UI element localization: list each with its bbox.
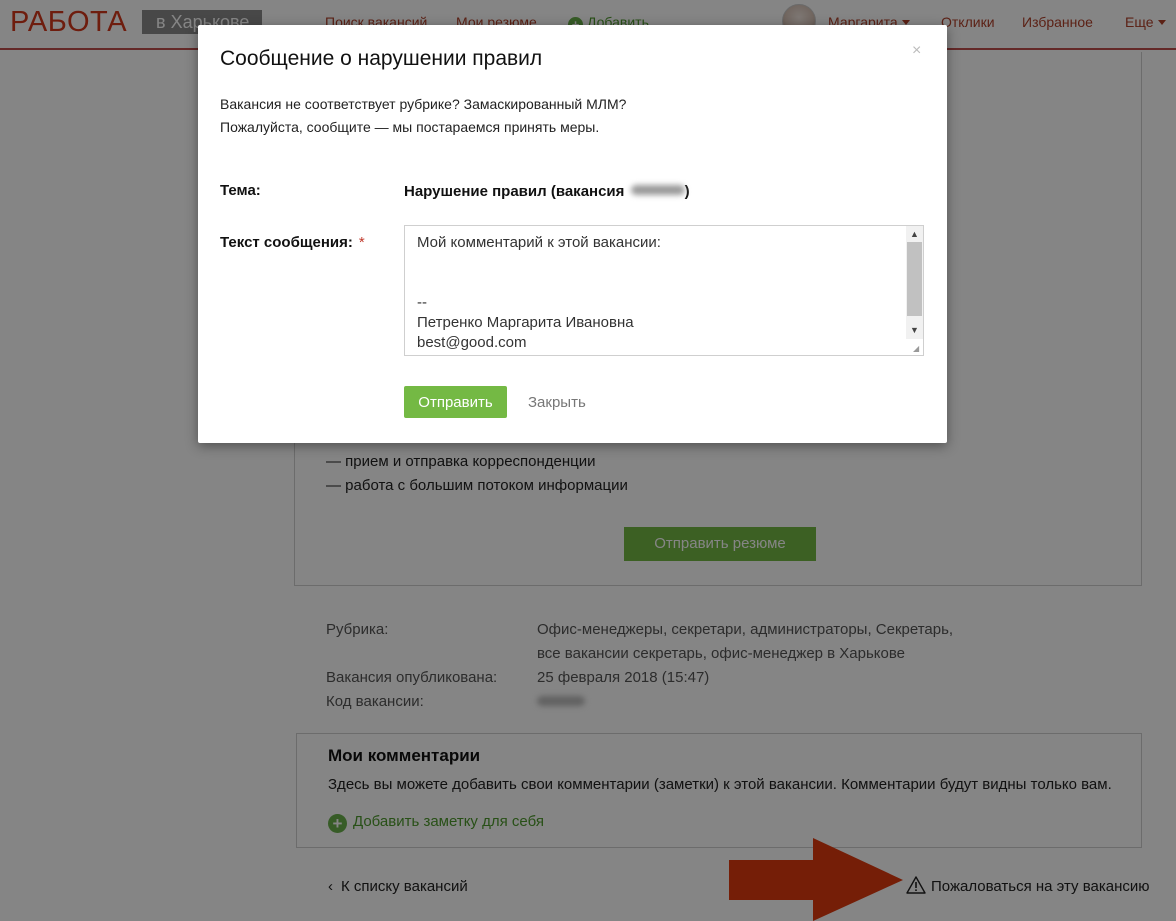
close-icon[interactable]: × (912, 42, 921, 60)
message-label-text: Текст сообщения: (220, 234, 353, 251)
textarea-scrollbar[interactable]: ▲ ▼ (906, 226, 923, 339)
report-modal: Сообщение о нарушении правил × Вакансия … (198, 25, 947, 443)
subject-label: Тема: (220, 182, 261, 199)
redacted-id (630, 185, 685, 195)
modal-intro: Вакансия не соответствует рубрике? Замас… (220, 93, 626, 139)
message-label: Текст сообщения: * (220, 234, 365, 251)
subject-prefix: Нарушение правил (вакансия (404, 183, 629, 200)
subject-value: Нарушение правил (вакансия ) (404, 183, 690, 200)
scroll-down-icon[interactable]: ▼ (906, 323, 923, 337)
submit-button[interactable]: Отправить (404, 386, 507, 418)
message-textarea[interactable]: Мой комментарий к этой вакансии: -- Петр… (404, 225, 924, 356)
scroll-thumb[interactable] (907, 242, 922, 316)
intro-line: Пожалуйста, сообщите — мы постараемся пр… (220, 119, 600, 135)
required-marker: * (358, 234, 365, 251)
close-link[interactable]: Закрыть (528, 394, 586, 411)
intro-line: Вакансия не соответствует рубрике? Замас… (220, 96, 627, 112)
resize-grip-icon[interactable]: ◢ (913, 345, 921, 353)
subject-suffix: ) (684, 183, 690, 200)
message-text[interactable]: Мой комментарий к этой вакансии: -- Петр… (417, 233, 897, 353)
modal-title: Сообщение о нарушении правил (220, 47, 543, 70)
scroll-up-icon[interactable]: ▲ (906, 227, 923, 241)
